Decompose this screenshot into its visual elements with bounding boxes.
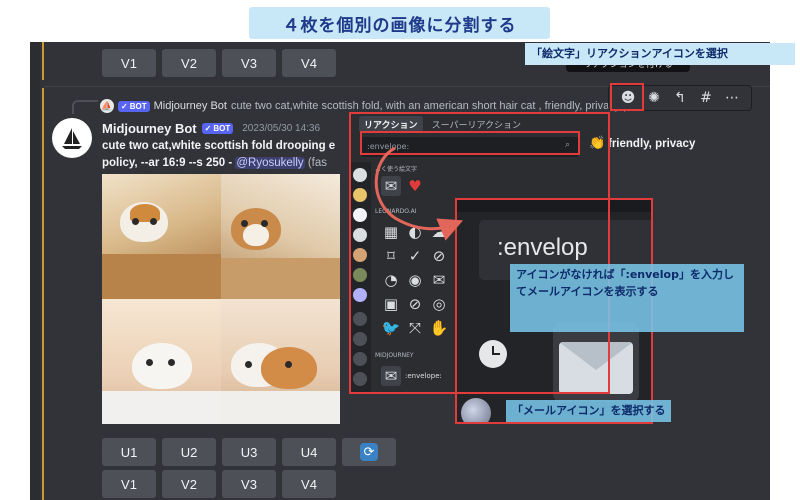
cat-image-2[interactable]	[221, 174, 340, 299]
reply-text: cute two cat,white scottish fold, with a…	[230, 100, 645, 112]
variation-button-2[interactable]: V2	[162, 470, 216, 498]
variation-button-1[interactable]: V1	[102, 470, 156, 498]
message-line-1: cute two cat,white scottish fold droopin…	[102, 140, 336, 152]
variation-button-3[interactable]: V3	[222, 49, 276, 77]
more-icon[interactable]: ⋯	[722, 90, 742, 106]
refresh-icon: ⟳	[360, 443, 378, 461]
cat-image-3[interactable]	[102, 299, 221, 424]
timestamp: 2023/05/30 14:36	[242, 123, 321, 134]
cat-figure	[132, 343, 192, 389]
cat-figure	[261, 347, 317, 389]
variation-button-3[interactable]: V3	[222, 470, 276, 498]
highlight-bar	[42, 88, 44, 500]
sailboat-icon	[62, 128, 82, 149]
channel-rail	[30, 42, 40, 500]
message-header: Midjourney Bot ✓ BOT 2023/05/30 14:36	[102, 121, 320, 136]
super-reaction-icon[interactable]: ✺	[644, 90, 664, 106]
variation-button-2[interactable]: V2	[162, 49, 216, 77]
author-name[interactable]: Midjourney Bot	[102, 121, 197, 136]
bot-tag: ✓ BOT	[118, 100, 150, 112]
callout-select-emoji: 「絵文字」リアクションアイコンを選択	[525, 43, 795, 65]
highlight-bar	[42, 42, 44, 80]
cat-image-1[interactable]	[102, 174, 221, 299]
reply-connector	[72, 100, 98, 114]
cat-muzzle	[243, 224, 269, 246]
callout-select-mail: 「メールアイコン」を選択する	[506, 400, 672, 422]
callout-type-envelop: アイコンがなければ「:envelop」を入力してメールアイコンを表示する	[510, 264, 744, 332]
upscale-button-3[interactable]: U3	[222, 438, 276, 466]
reply-author[interactable]: Midjourney Bot	[154, 100, 227, 112]
cat-eye	[241, 220, 248, 227]
cat-eye	[261, 220, 268, 227]
message-content: cute two cat,white scottish fold droopin…	[102, 138, 352, 172]
message-line-1-right: friendly, privacy	[608, 138, 696, 150]
reply-icon[interactable]: ↰	[670, 90, 690, 106]
message-tail: (fas	[304, 157, 328, 169]
image-grid[interactable]	[102, 174, 340, 424]
screenshot-page: ４枚を個別の画像に分割する V1 V2 V3 V4 ⛵ ✓ BOT Midjou…	[0, 0, 800, 500]
reroll-button[interactable]: ⟳	[342, 438, 396, 466]
cat-eye	[245, 361, 252, 368]
reply-avatar: ⛵	[100, 99, 114, 113]
avatar[interactable]	[52, 118, 92, 158]
variation-button-4[interactable]: V4	[282, 470, 336, 498]
blanket	[102, 391, 221, 424]
message-line-2: policy, --ar 16:9 --s 250 -	[102, 157, 236, 169]
cat-image-4[interactable]	[221, 299, 340, 424]
cat-eye	[146, 359, 153, 366]
avatar	[461, 398, 491, 422]
search-highlight	[360, 131, 580, 155]
bot-tag: ✓ BOT	[201, 123, 234, 134]
cat-eye	[285, 361, 292, 368]
cat-eye	[150, 218, 157, 225]
thread-icon[interactable]: #	[696, 90, 716, 106]
upscale-button-2[interactable]: U2	[162, 438, 216, 466]
variation-button-1[interactable]: V1	[102, 49, 156, 77]
cat-eye	[168, 359, 175, 366]
upscale-button-4[interactable]: U4	[282, 438, 336, 466]
wooden-floor	[102, 254, 221, 299]
reaction-button-highlight	[610, 83, 644, 111]
cat-eye	[132, 218, 139, 225]
user-mention[interactable]: @Ryosukelly	[235, 157, 305, 169]
variation-button-4[interactable]: V4	[282, 49, 336, 77]
blanket	[221, 391, 340, 424]
wooden-floor	[221, 258, 340, 299]
upscale-button-1[interactable]: U1	[102, 438, 156, 466]
page-title: ４枚を個別の画像に分割する	[249, 7, 550, 39]
